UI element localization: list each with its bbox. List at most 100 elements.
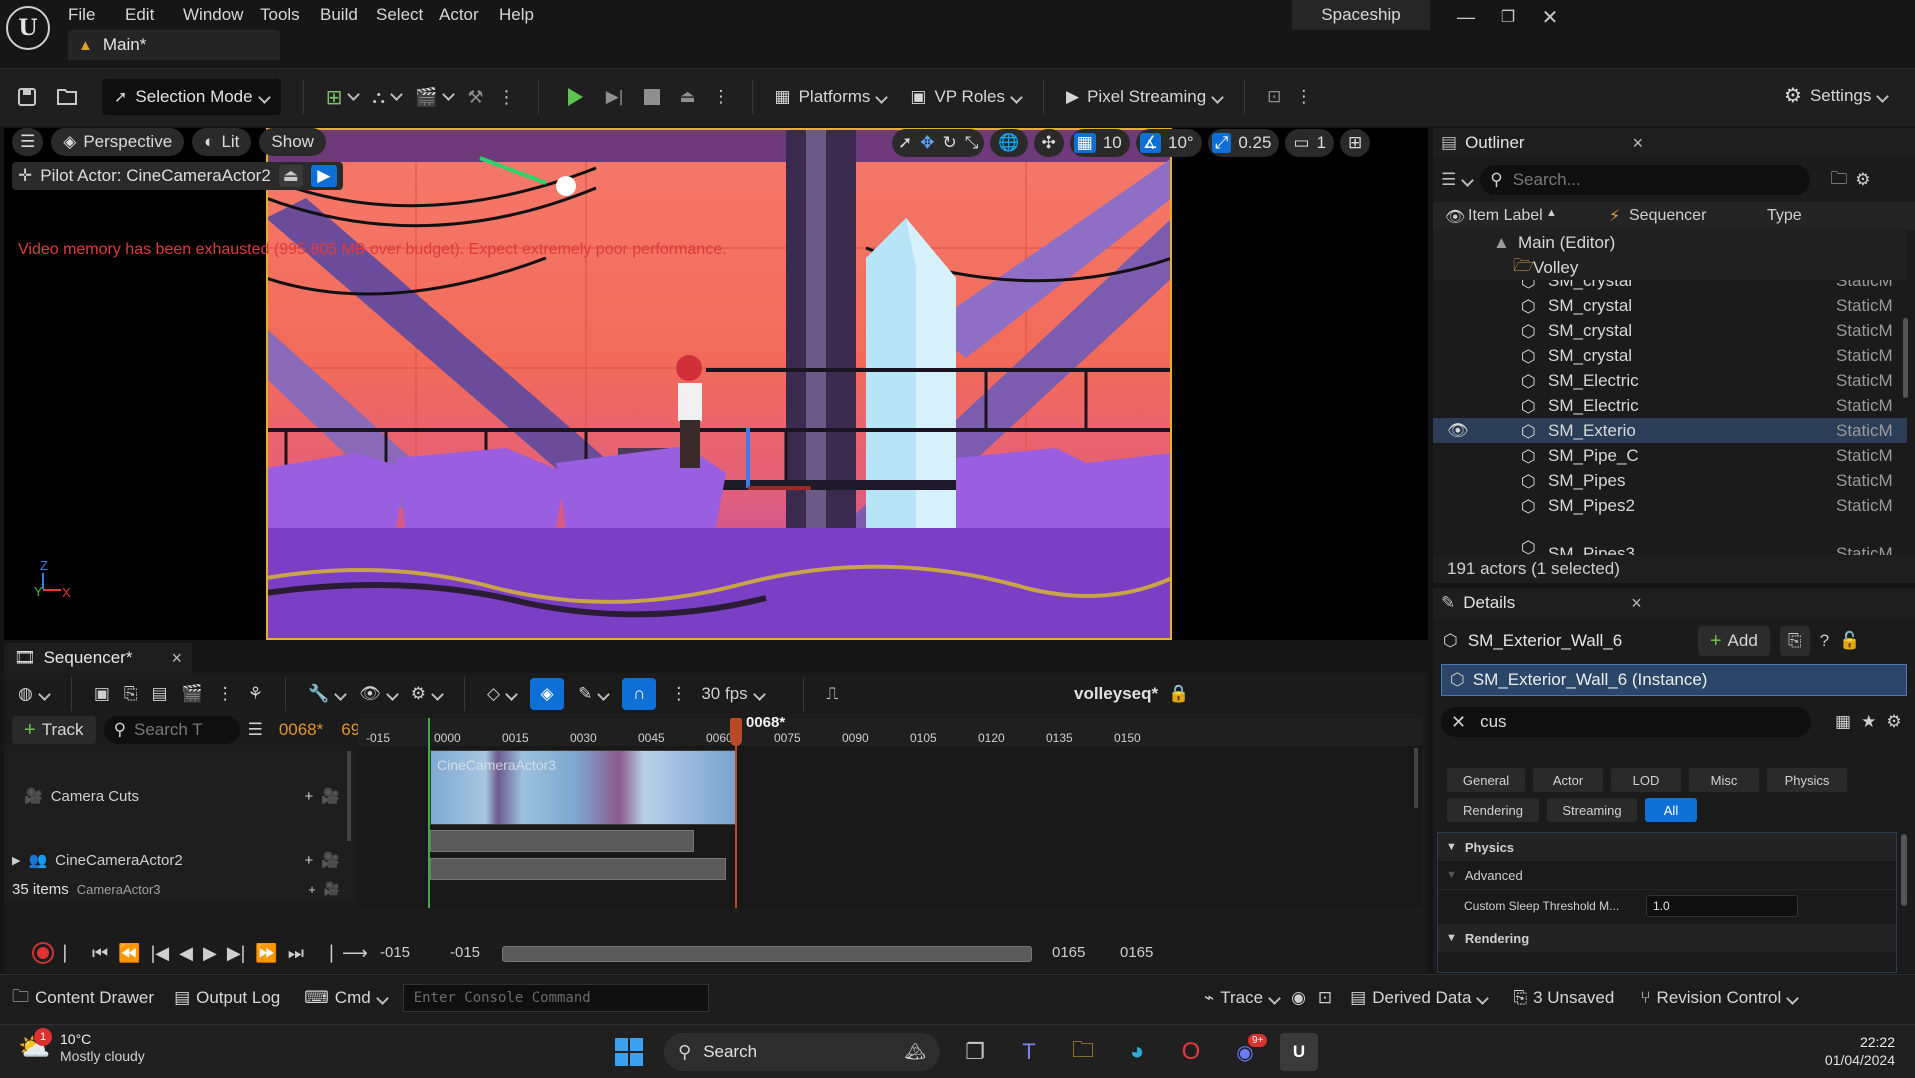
windows-start-icon[interactable] bbox=[610, 1033, 648, 1071]
edit-mode-icon[interactable]: ✎ bbox=[578, 684, 608, 704]
discord-icon[interactable]: ◉ 9+ bbox=[1226, 1033, 1268, 1065]
modes-icon[interactable]: ⚒ bbox=[467, 87, 483, 108]
outliner-settings-icon[interactable]: ⚙ bbox=[1855, 170, 1870, 190]
taskbar-search[interactable]: ⚲ Search 🏔 bbox=[664, 1033, 940, 1071]
unsaved-button[interactable]: ⎘ 3 Unsaved bbox=[1513, 988, 1614, 1008]
add-component-button[interactable]: + Add bbox=[1697, 626, 1770, 656]
menu-actor[interactable]: Actor bbox=[439, 5, 499, 25]
outliner-filter-icon[interactable]: ☰ bbox=[1441, 170, 1472, 190]
track-camera-cuts[interactable]: 🎥 Camera Cuts + 🎥 bbox=[4, 751, 352, 841]
current-frame-field[interactable]: 0068* bbox=[279, 720, 323, 740]
wrench-icon[interactable]: 🔧 bbox=[308, 684, 345, 704]
record-icon[interactable] bbox=[32, 942, 54, 964]
derived-data-dropdown[interactable]: ▤ Derived Data bbox=[1350, 988, 1487, 1008]
level-tab[interactable]: ▲ Main* bbox=[68, 30, 280, 60]
track-filter-icon[interactable]: ☰ bbox=[248, 720, 263, 740]
vr-icon[interactable]: ⊡ bbox=[1267, 87, 1281, 107]
camera-cut-clip[interactable]: CineCameraActor3 bbox=[430, 750, 736, 825]
help-icon[interactable]: ? bbox=[1820, 631, 1829, 651]
lock-icon[interactable]: 🔓 bbox=[1839, 631, 1860, 651]
blueprint-icon[interactable]: ⛬ bbox=[372, 87, 401, 108]
outliner-search-box[interactable]: ⚲ Search... bbox=[1480, 165, 1811, 195]
console-input[interactable]: Enter Console Command bbox=[402, 984, 709, 1012]
tree-item[interactable]: ⬡ SM_Pipes2 StaticM bbox=[1433, 493, 1907, 518]
revision-control-dropdown[interactable]: ⑂ Revision Control bbox=[1640, 988, 1797, 1008]
settings-dropdown[interactable]: ⚙ Settings bbox=[1784, 83, 1887, 108]
minimize-icon[interactable]: — bbox=[1445, 5, 1487, 29]
edge-browser-icon[interactable]: ◕ bbox=[1118, 1038, 1156, 1066]
tree-root[interactable]: ▲ Main (Editor) bbox=[1433, 230, 1907, 255]
category-misc[interactable]: Misc bbox=[1689, 768, 1759, 792]
render-movie-icon[interactable]: ▤ bbox=[152, 684, 168, 704]
range-start-b[interactable]: -015 bbox=[450, 944, 480, 961]
sequencer-tab[interactable]: 🎞 Sequencer* × bbox=[4, 643, 192, 673]
menu-file[interactable]: File bbox=[68, 5, 125, 25]
blueprint-convert-icon[interactable]: ⎘ bbox=[1779, 626, 1810, 656]
category-all[interactable]: All bbox=[1645, 798, 1697, 822]
loop-icon[interactable]: ⟶ bbox=[342, 943, 368, 964]
subsection-advanced[interactable]: ▼ Advanced bbox=[1438, 861, 1896, 889]
viewport-scene[interactable] bbox=[266, 128, 1172, 640]
details-scrollbar[interactable] bbox=[1901, 834, 1907, 906]
level-viewport[interactable]: ☰ ◈ Perspective ◐ Lit Show ✛ Pilot Actor… bbox=[4, 128, 1428, 640]
tree-item[interactable]: ⬡ SM_crystal StaticM bbox=[1433, 293, 1907, 318]
key-diamond-icon[interactable]: ◇ bbox=[487, 684, 516, 704]
stop-icon[interactable] bbox=[641, 89, 663, 105]
unreal-logo-icon[interactable]: U bbox=[6, 6, 50, 50]
teams-icon[interactable]: T bbox=[1010, 1039, 1048, 1065]
property-value-field[interactable]: 1.0 bbox=[1646, 894, 1798, 917]
track-camera-icon[interactable]: 🎥 bbox=[321, 787, 340, 805]
range-slider[interactable] bbox=[502, 946, 1032, 962]
playhead[interactable] bbox=[735, 718, 737, 908]
viewport-layout-button[interactable]: ⊞ bbox=[1339, 129, 1371, 157]
select-tool-icon[interactable]: ➚ bbox=[898, 133, 912, 153]
favorites-star-icon[interactable]: ★ bbox=[1861, 712, 1876, 732]
angle-snap-button[interactable]: ∡ 10° bbox=[1135, 129, 1202, 157]
category-streaming[interactable]: Streaming bbox=[1547, 798, 1637, 822]
tree-folder[interactable]: 🗁 Volley bbox=[1433, 255, 1907, 280]
table-view-icon[interactable]: ▦ bbox=[1835, 712, 1851, 732]
category-physics[interactable]: Physics bbox=[1767, 768, 1847, 792]
add-to-track-icon[interactable]: + bbox=[305, 788, 314, 805]
lit-button[interactable]: ◐ Lit bbox=[192, 128, 252, 156]
step-forward-icon[interactable]: ▶| bbox=[227, 943, 246, 964]
camera-view-icon[interactable]: ▶ bbox=[310, 165, 337, 187]
trace-dropdown[interactable]: ⌁ Trace bbox=[1204, 988, 1279, 1008]
actor-to-sequencer-icon[interactable]: ⚘ bbox=[248, 684, 263, 704]
menu-tools[interactable]: Tools bbox=[260, 5, 320, 25]
file-explorer-icon[interactable]: 🗀 bbox=[1064, 1033, 1102, 1071]
add-to-track-icon[interactable]: + bbox=[308, 882, 316, 897]
new-folder-icon[interactable]: 🗀 bbox=[1830, 166, 1847, 195]
eject-pilot-icon[interactable]: ⏏ bbox=[278, 165, 303, 187]
tree-item[interactable]: ⬡ SM_crystal StaticM bbox=[1433, 343, 1907, 368]
track-list-scrollbar[interactable] bbox=[347, 751, 351, 841]
restore-icon[interactable]: ❐ bbox=[1487, 5, 1529, 29]
timeline[interactable]: -015 0000 0015 0030 0045 0060 0075 0090 … bbox=[358, 714, 1422, 908]
rotate-tool-icon[interactable]: ↻ bbox=[943, 133, 957, 153]
playhead-handle[interactable] bbox=[730, 718, 742, 746]
content-drawer-button[interactable]: 🗀 Content Drawer bbox=[12, 984, 154, 1013]
pixel-streaming-dropdown[interactable]: ▶ Pixel Streaming bbox=[1066, 87, 1222, 107]
clear-search-icon[interactable]: ✕ bbox=[1451, 712, 1466, 733]
cameraactor3-section[interactable] bbox=[430, 858, 726, 880]
prev-key-icon[interactable]: ⏮ bbox=[92, 943, 108, 964]
sequencer-close-icon[interactable]: × bbox=[171, 648, 182, 669]
section-rendering[interactable]: ▼ Rendering bbox=[1438, 924, 1896, 952]
seq-more-icon[interactable]: ⋮ bbox=[217, 684, 234, 704]
category-general[interactable]: General bbox=[1447, 768, 1525, 792]
scale-tool-icon[interactable]: ⤡ bbox=[965, 133, 979, 153]
viewport-menu-button[interactable]: ☰ bbox=[12, 128, 44, 156]
time-ruler[interactable]: -015 0000 0015 0030 0045 0060 0075 0090 … bbox=[358, 718, 1422, 746]
view-options-icon[interactable]: 👁 bbox=[359, 684, 397, 704]
range-start-a[interactable]: -015 bbox=[380, 944, 410, 961]
track-cameraactor3[interactable]: 35 items CameraActor3 + 🎥 bbox=[4, 877, 352, 901]
component-row[interactable]: ⬡ SM_Exterior_Wall_6 (Instance) bbox=[1441, 664, 1907, 696]
visibility-column-icon[interactable]: 👁 bbox=[1445, 207, 1465, 227]
save-sequence-icon[interactable]: ▣ bbox=[94, 684, 110, 704]
opera-browser-icon[interactable]: O bbox=[1172, 1038, 1210, 1066]
world-icon[interactable]: ◍ bbox=[18, 684, 49, 704]
auto-key-icon[interactable]: ◈ bbox=[530, 678, 565, 710]
timeline-scrollbar[interactable] bbox=[1414, 748, 1418, 808]
close-window-icon[interactable]: ✕ bbox=[1529, 5, 1571, 29]
weather-widget[interactable]: ⛅ 1 10°C Mostly cloudy bbox=[18, 1028, 145, 1065]
